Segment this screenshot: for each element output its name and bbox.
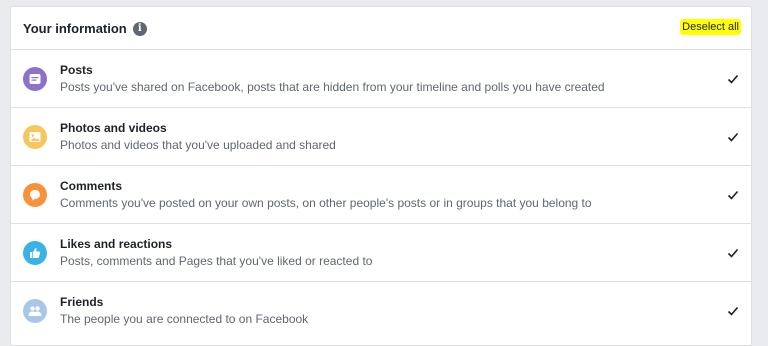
checkmark-icon[interactable] (727, 189, 739, 201)
item-description: Posts you've shared on Facebook, posts t… (60, 79, 605, 94)
list-item-posts[interactable]: Posts Posts you've shared on Facebook, p… (11, 50, 751, 108)
checkmark-icon[interactable] (727, 247, 739, 259)
info-icon[interactable]: i (132, 21, 147, 36)
item-title: Friends (60, 294, 104, 309)
comments-icon (23, 182, 47, 207)
item-title: Likes and reactions (60, 236, 173, 251)
item-description: Comments you've posted on your own posts… (60, 195, 592, 210)
your-information-panel: Your information i Deselect all Posts Po… (10, 6, 752, 346)
deselect-all-link[interactable]: Deselect all (680, 19, 741, 35)
list-item-friends[interactable]: Friends The people you are connected to … (11, 282, 751, 339)
item-title: Comments (60, 178, 123, 193)
list-item-comments[interactable]: Comments Comments you've posted on your … (11, 166, 751, 224)
friends-icon (23, 298, 47, 323)
list-item-photos-and-videos[interactable]: Photos and videos Photos and videos that… (11, 108, 751, 166)
photos-icon (23, 124, 47, 149)
item-description: Photos and videos that you've uploaded a… (60, 137, 336, 152)
likes-icon (23, 240, 47, 265)
list-item-likes-and-reactions[interactable]: Likes and reactions Posts, comments and … (11, 224, 751, 282)
posts-icon (23, 66, 47, 91)
panel-title: Your information (23, 20, 127, 36)
item-title: Posts (60, 62, 93, 77)
item-description: The people you are connected to on Faceb… (60, 311, 309, 326)
item-title: Photos and videos (60, 120, 167, 135)
checkmark-icon[interactable] (727, 131, 739, 143)
checkmark-icon[interactable] (727, 73, 739, 85)
checkmark-icon[interactable] (727, 305, 739, 317)
item-description: Posts, comments and Pages that you've li… (60, 253, 373, 268)
panel-header: Your information i Deselect all (11, 7, 751, 50)
